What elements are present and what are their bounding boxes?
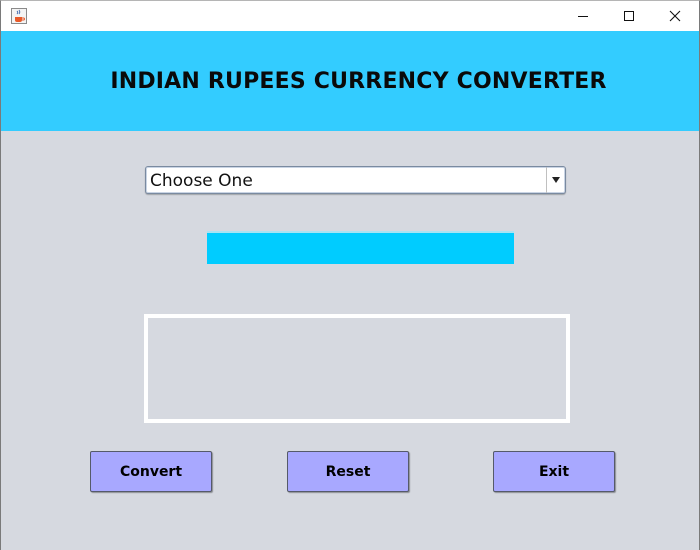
reset-button[interactable]: Reset xyxy=(287,451,409,492)
minimize-button[interactable] xyxy=(560,1,606,31)
close-icon xyxy=(669,7,681,26)
exit-button[interactable]: Exit xyxy=(493,451,615,492)
currency-select[interactable]: Choose One xyxy=(145,166,566,194)
page-title: INDIAN RUPEES CURRENCY CONVERTER xyxy=(110,68,607,94)
triangle-down-icon[interactable] xyxy=(546,167,565,193)
maximize-button[interactable] xyxy=(606,1,652,31)
convert-button[interactable]: Convert xyxy=(90,451,212,492)
title-bar[interactable] xyxy=(1,1,699,31)
minimize-icon xyxy=(577,7,589,26)
result-display xyxy=(144,314,570,423)
java-cup-icon[interactable] xyxy=(11,8,27,24)
header-banner: INDIAN RUPEES CURRENCY CONVERTER xyxy=(1,31,699,131)
maximize-icon xyxy=(623,7,635,26)
app-window: INDIAN RUPEES CURRENCY CONVERTER Choose … xyxy=(0,0,700,550)
amount-input[interactable] xyxy=(207,231,514,264)
close-button[interactable] xyxy=(652,1,698,31)
currency-select-value: Choose One xyxy=(150,171,253,191)
